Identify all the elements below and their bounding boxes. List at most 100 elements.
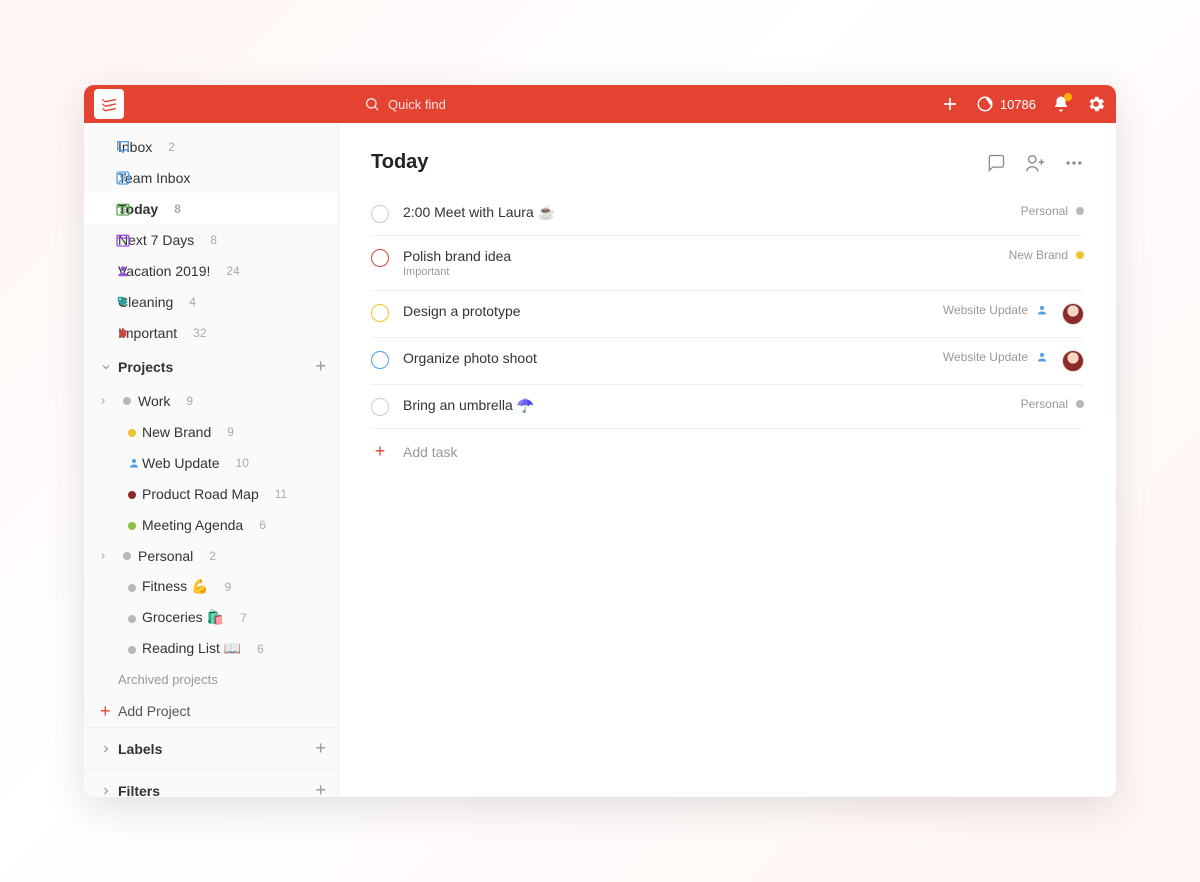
user-icon bbox=[1036, 351, 1048, 363]
project-folder-work[interactable]: Work9 bbox=[84, 385, 338, 416]
project-label: Product Road Map bbox=[142, 486, 259, 502]
task-row[interactable]: 2:00 Meet with Laura ☕ Personal bbox=[371, 192, 1084, 236]
task-row[interactable]: Bring an umbrella ☂️ Personal bbox=[371, 385, 1084, 429]
task-complete-checkbox[interactable] bbox=[371, 304, 389, 322]
sidebar-item-today[interactable]: 21Today8 bbox=[84, 193, 338, 224]
project-folder-personal[interactable]: Personal2 bbox=[84, 540, 338, 571]
page-title: Today bbox=[371, 151, 428, 174]
project-color-dot bbox=[1076, 400, 1084, 408]
labels-section-header[interactable]: Labels + bbox=[84, 727, 338, 769]
task-row[interactable]: Polish brand ideaImportant New Brand bbox=[371, 236, 1084, 291]
task-subtitle: Important bbox=[403, 266, 995, 278]
drop-icon bbox=[114, 326, 132, 340]
sidebar-item-count: 32 bbox=[193, 326, 206, 340]
app-logo[interactable] bbox=[94, 89, 124, 119]
project-label: Web Update bbox=[142, 455, 220, 471]
add-project-button[interactable]: + Add Project bbox=[84, 695, 338, 727]
task-row[interactable]: Organize photo shoot Website Update bbox=[371, 338, 1084, 385]
sidebar-item-team-inbox[interactable]: Team Inbox bbox=[84, 162, 338, 193]
projects-section-header[interactable]: Projects + bbox=[84, 348, 338, 385]
task-title: Organize photo shoot bbox=[403, 350, 929, 366]
task-project-label[interactable]: Personal bbox=[1021, 397, 1068, 411]
project-color-dot bbox=[128, 517, 136, 533]
assignee-avatar[interactable] bbox=[1062, 303, 1084, 325]
add-task-button[interactable]: + Add task bbox=[371, 429, 1084, 474]
project-label: New Brand bbox=[142, 424, 211, 440]
notification-dot bbox=[1064, 93, 1072, 101]
karma-icon bbox=[976, 95, 994, 113]
task-meta: Personal bbox=[1021, 204, 1084, 218]
task-row[interactable]: Design a prototypeWebsite Update bbox=[371, 291, 1084, 338]
task-title: Bring an umbrella ☂️ bbox=[403, 397, 1007, 414]
add-task-quick-button[interactable] bbox=[940, 94, 960, 114]
project-item-groceries[interactable]: Groceries 🛍️7 bbox=[84, 602, 338, 633]
project-color-dot bbox=[1076, 251, 1084, 259]
task-project-label[interactable]: Personal bbox=[1021, 204, 1068, 218]
project-count: 7 bbox=[240, 611, 247, 625]
app-body: Inbox2Team Inbox21Today8Next 7 Days8 Vac… bbox=[84, 123, 1116, 797]
search-icon bbox=[364, 96, 380, 112]
sidebar-item-inbox[interactable]: Inbox2 bbox=[84, 131, 338, 162]
sidebar-item-next7[interactable]: Next 7 Days8 bbox=[84, 224, 338, 255]
task-project-label[interactable]: Website Update bbox=[943, 303, 1028, 317]
plus-icon: + bbox=[371, 441, 389, 462]
project-item-product-roadmap[interactable]: Product Road Map 11 bbox=[84, 478, 338, 509]
share-icon[interactable] bbox=[1024, 152, 1046, 174]
plus-icon: + bbox=[100, 701, 111, 722]
project-color-dot bbox=[128, 610, 136, 626]
task-complete-checkbox[interactable] bbox=[371, 249, 389, 267]
sidebar-item-vacation[interactable]: Vacation 2019!24 bbox=[84, 255, 338, 286]
project-label: Meeting Agenda bbox=[142, 517, 243, 533]
main-header-actions bbox=[986, 152, 1084, 174]
user-icon bbox=[128, 457, 140, 469]
settings-button[interactable] bbox=[1086, 94, 1106, 114]
project-item-web-update[interactable]: Web Update 10 bbox=[84, 447, 338, 478]
project-label: Reading List 📖 bbox=[142, 640, 241, 657]
assignee-avatar[interactable] bbox=[1062, 350, 1084, 372]
task-complete-checkbox[interactable] bbox=[371, 398, 389, 416]
add-project-icon[interactable]: + bbox=[315, 356, 326, 377]
projects-header-label: Projects bbox=[118, 359, 173, 375]
project-item-new-brand[interactable]: New Brand9 bbox=[84, 416, 338, 447]
notifications-button[interactable] bbox=[1052, 95, 1070, 113]
add-task-label: Add task bbox=[403, 444, 457, 460]
task-project-label[interactable]: New Brand bbox=[1009, 248, 1068, 262]
add-label-icon[interactable]: + bbox=[315, 738, 326, 759]
chevron-right-icon[interactable] bbox=[98, 396, 108, 406]
karma-badge[interactable]: 10786 bbox=[976, 95, 1036, 113]
task-complete-checkbox[interactable] bbox=[371, 205, 389, 223]
task-body: 2:00 Meet with Laura ☕ bbox=[403, 204, 1007, 221]
archived-projects-link[interactable]: Archived projects bbox=[84, 664, 338, 695]
add-project-label: Add Project bbox=[118, 703, 190, 719]
project-count: 11 bbox=[275, 487, 287, 501]
comment-icon[interactable] bbox=[986, 153, 1006, 173]
task-project-label[interactable]: Website Update bbox=[943, 350, 1028, 364]
inbox-icon bbox=[114, 139, 132, 155]
project-item-fitness[interactable]: Fitness 💪9 bbox=[84, 571, 338, 602]
search-placeholder: Quick find bbox=[388, 97, 446, 112]
task-body: Polish brand ideaImportant bbox=[403, 248, 995, 278]
sidebar-item-count: 8 bbox=[210, 233, 217, 247]
sidebar-item-count: 2 bbox=[168, 140, 175, 154]
chevron-right-icon[interactable] bbox=[98, 551, 108, 561]
team-icon bbox=[114, 170, 132, 186]
chevron-down-icon bbox=[100, 361, 112, 373]
sidebar-item-important[interactable]: Important32 bbox=[84, 317, 338, 348]
project-item-reading-list[interactable]: Reading List 📖6 bbox=[84, 633, 338, 664]
labels-header-label: Labels bbox=[118, 741, 162, 757]
add-filter-icon[interactable]: + bbox=[315, 780, 326, 797]
user-icon bbox=[1036, 304, 1048, 316]
project-label: Fitness 💪 bbox=[142, 578, 208, 595]
task-complete-checkbox[interactable] bbox=[371, 351, 389, 369]
project-item-meeting-agenda[interactable]: Meeting Agenda6 bbox=[84, 509, 338, 540]
sidebar: Inbox2Team Inbox21Today8Next 7 Days8 Vac… bbox=[84, 123, 339, 797]
quick-find-search[interactable]: Quick find bbox=[364, 96, 446, 112]
project-color-dot bbox=[128, 641, 136, 657]
project-count: 10 bbox=[236, 456, 249, 470]
task-body: Organize photo shoot bbox=[403, 350, 929, 366]
main-content: Today 2:00 Meet with Laura ☕ Personal Poli… bbox=[339, 123, 1116, 797]
chevron-right-icon bbox=[100, 743, 112, 755]
filters-section-header[interactable]: Filters + bbox=[84, 769, 338, 797]
sidebar-item-cleaning[interactable]: Cleaning4 bbox=[84, 286, 338, 317]
more-icon[interactable] bbox=[1064, 153, 1084, 173]
